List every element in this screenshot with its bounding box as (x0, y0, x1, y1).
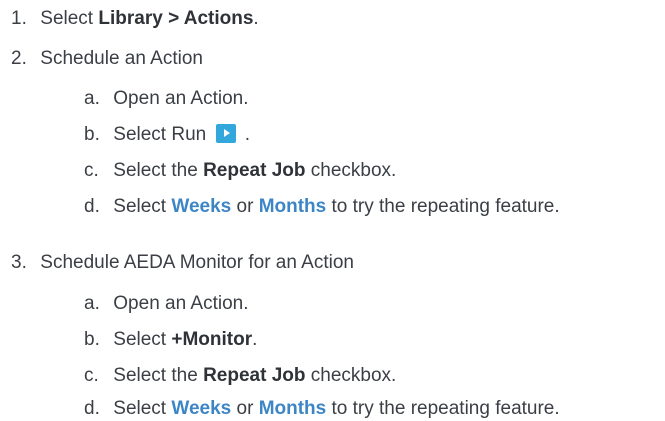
substep-letter: d. (84, 196, 100, 217)
substep-text: or (231, 398, 259, 419)
substep-text: to try the repeating feature. (326, 196, 560, 217)
substep-text: to try the repeating feature. (326, 398, 560, 419)
substep-letter: d. (84, 398, 100, 419)
step-text: Select (40, 8, 99, 29)
step-3: 3. Schedule AEDA Monitor for an Action (11, 251, 354, 275)
step-number: 3. (11, 252, 27, 273)
step-3a: a. Open an Action. (84, 292, 249, 316)
step-text: Schedule an Action (40, 48, 203, 69)
substep-text: Select Run (113, 124, 207, 145)
punctuation: . (252, 329, 258, 350)
weeks-link[interactable]: Weeks (171, 196, 231, 217)
substep-letter: a. (84, 88, 100, 109)
substep-text: Select (113, 329, 172, 350)
substep-letter: a. (84, 293, 100, 314)
substep-text: Select (113, 196, 172, 217)
step-2a: a. Open an Action. (84, 87, 249, 111)
substep-letter: b. (84, 124, 100, 145)
punctuation: . (253, 8, 259, 29)
step-2: 2. Schedule an Action (11, 47, 203, 71)
substep-text: checkbox. (305, 160, 397, 181)
substep-letter: c. (84, 160, 99, 181)
monitor-label: +Monitor (171, 329, 253, 350)
months-link[interactable]: Months (259, 196, 327, 217)
step-2d: d. Select Weeks or Months to try the rep… (84, 195, 560, 219)
substep-text: Select the (113, 365, 204, 386)
weeks-link[interactable]: Weeks (171, 398, 231, 419)
step-number: 1. (11, 8, 27, 29)
substep-text: Select (113, 398, 172, 419)
substep-text: or (231, 196, 259, 217)
step-3b: b. Select +Monitor. (84, 328, 257, 352)
substep-text: checkbox. (305, 365, 397, 386)
substep-text: Select the (113, 160, 204, 181)
step-3d: d. Select Weeks or Months to try the rep… (84, 397, 560, 421)
step-2b: b. Select Run . (84, 123, 250, 147)
substep-text: Open an Action. (113, 293, 249, 314)
repeat-job-label: Repeat Job (203, 365, 306, 386)
repeat-job-label: Repeat Job (203, 160, 306, 181)
step-2c: c. Select the Repeat Job checkbox. (84, 159, 396, 183)
months-link[interactable]: Months (259, 398, 327, 419)
substep-text: Open an Action. (113, 88, 249, 109)
step-1: 1. Select Library > Actions. (11, 7, 259, 31)
substep-letter: c. (84, 365, 99, 386)
step-text: Schedule AEDA Monitor for an Action (40, 252, 354, 273)
substep-letter: b. (84, 329, 100, 350)
step-number: 2. (11, 48, 27, 69)
library-actions-label: Library > Actions (98, 8, 254, 29)
step-3c: c. Select the Repeat Job checkbox. (84, 364, 396, 388)
play-icon (215, 124, 236, 143)
punctuation: . (244, 124, 251, 145)
